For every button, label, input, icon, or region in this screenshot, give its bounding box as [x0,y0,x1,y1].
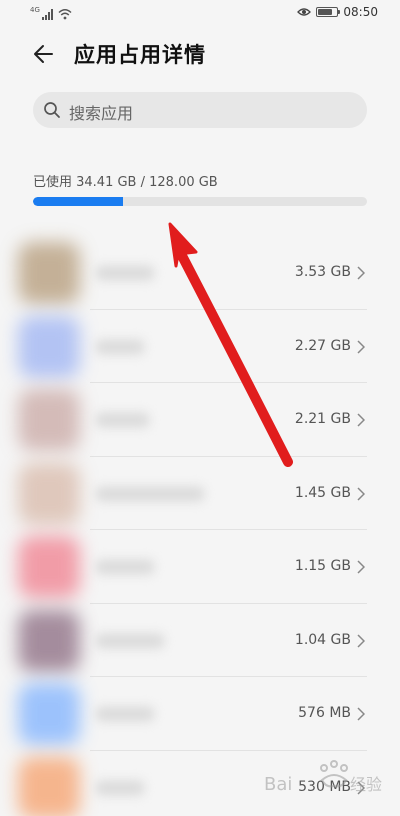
app-list-item[interactable]: 1.45 GB [0,457,400,530]
app-size: 1.45 GB [294,484,351,501]
chevron-right-icon [357,633,365,648]
app-size: 576 MB [298,705,351,721]
app-icon [18,242,80,304]
app-name-blurred [95,559,155,575]
app-icon [18,389,80,451]
app-icon [18,462,80,525]
status-time: 08:50 [343,5,378,19]
chevron-right-icon [357,707,365,721]
wifi-icon [58,9,72,20]
chevron-right-icon [357,266,365,280]
app-name-blurred [95,265,155,281]
app-name-blurred [95,485,205,502]
app-list-item[interactable]: 576 MB [0,677,400,751]
search-placeholder: 搜索应用 [69,104,134,123]
status-bar: 4G 08:50 [0,0,400,28]
search-icon [44,102,60,118]
app-size: 2.21 GB [294,411,351,427]
baidu-watermark-logo: Bai 经验 [264,760,382,795]
storage-summary: 已使用 34.41 GB / 128.00 GB [33,175,218,190]
search-input[interactable]: 搜索应用 [33,92,367,128]
app-list-item[interactable]: 3.53 GB [0,236,400,310]
status-right: 08:50 [297,5,378,19]
battery-icon [316,7,341,17]
signal-icon [41,8,53,20]
app-icon [18,609,80,672]
app-size: 2.27 GB [294,337,351,354]
app-name-blurred [95,338,145,355]
app-name-blurred [95,779,145,796]
eye-comfort-icon [297,8,312,16]
app-size: 1.04 GB [294,631,351,648]
app-name-blurred [95,412,150,428]
arrow-left-icon [34,45,53,63]
app-name-blurred [95,632,165,649]
storage-usage-bar [33,197,367,206]
app-icon [18,536,80,598]
svg-text:经验: 经验 [350,775,382,794]
app-size: 1.15 GB [294,558,351,574]
storage-usage-fill [33,197,123,206]
app-icon [18,683,80,745]
battery-fill [318,9,333,15]
chevron-right-icon [357,486,365,501]
app-icon [18,756,80,816]
chevron-right-icon [357,560,365,574]
app-storage-list: 3.53 GB 2.27 GB 2.21 GB 1.45 GB 1.15 GB 1.04 … [0,236,400,816]
app-list-item[interactable]: 2.21 GB [0,383,400,457]
svg-text:Bai: Bai [264,774,292,795]
app-list-item[interactable]: 2.27 GB [0,310,400,383]
page-header: 应用占用详情 [0,34,400,74]
app-storage-screen: 4G 08:50 应用占用详情 搜索应用 已使用 34.41 GB / 128.… [0,0,400,816]
app-name-blurred [95,706,155,722]
app-icon [18,315,80,378]
chevron-right-icon [357,413,365,427]
app-size: 3.53 GB [294,264,351,280]
page-title: 应用占用详情 [74,43,206,67]
app-list-item[interactable]: 1.04 GB [0,604,400,677]
app-list-item[interactable]: 1.15 GB [0,530,400,604]
network-type-label: 4G [30,6,40,14]
status-left: 4G [30,6,72,20]
chevron-right-icon [357,339,365,354]
back-button[interactable] [30,40,58,68]
